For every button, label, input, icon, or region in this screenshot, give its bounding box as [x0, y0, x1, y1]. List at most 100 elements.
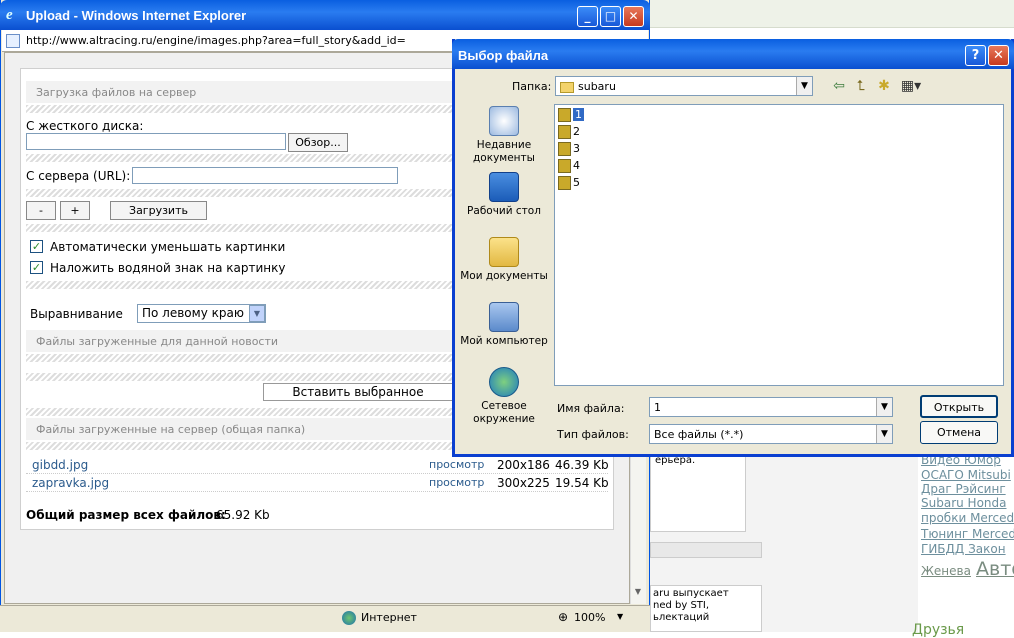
file-item[interactable]: 5 — [558, 176, 580, 192]
alignment-value: По левому краю — [142, 306, 244, 320]
watermark-checkbox[interactable]: ✓ — [30, 261, 43, 274]
place-label: Рабочий стол — [467, 205, 541, 217]
file-item[interactable]: 4 — [558, 159, 580, 175]
place-recent[interactable]: Недавние документы — [458, 106, 550, 165]
new-folder-icon[interactable]: ✱ — [875, 78, 893, 96]
ie-logo-icon: e — [6, 7, 13, 23]
help-icon[interactable]: ? — [965, 45, 986, 66]
plus-button[interactable]: + — [60, 201, 90, 220]
file-size: 46.39 Kb — [555, 458, 609, 472]
filename-dropdown-icon[interactable]: ▼ — [876, 398, 892, 416]
filetype-value: Все файлы (*.*) — [654, 428, 744, 441]
divider — [26, 281, 456, 289]
jpg-file-icon — [558, 108, 571, 122]
my-documents-icon — [489, 237, 519, 267]
zoom-dropdown-icon[interactable]: ▼ — [617, 612, 623, 621]
minus-button[interactable]: - — [26, 201, 56, 220]
server-url-input[interactable] — [132, 167, 398, 184]
file-item[interactable]: 2 — [558, 125, 580, 141]
filename-value: 1 — [654, 401, 661, 414]
place-my-computer[interactable]: Мой компьютер — [458, 302, 550, 348]
maximize-icon[interactable]: □ — [600, 6, 621, 27]
file-item[interactable]: 1 — [558, 108, 584, 124]
zoom-level[interactable]: 100% — [574, 611, 605, 624]
total-size-label: Общий размер всех файлов: — [26, 508, 226, 522]
tag-link[interactable]: Тюнинг Mercede — [921, 527, 1014, 541]
dialog-close-icon[interactable]: ✕ — [988, 45, 1009, 66]
row-divider — [26, 473, 608, 474]
watermark-label: Наложить водяной знак на картинку — [50, 261, 286, 275]
tag-link[interactable]: пробки Mercede — [921, 511, 1014, 525]
status-bar — [0, 605, 650, 632]
section-header-server-files: Файлы загруженные на сервер (общая папка… — [26, 418, 456, 440]
total-size-value: 65.92 Kb — [216, 508, 270, 522]
place-desktop[interactable]: Рабочий стол — [458, 172, 550, 218]
tag-link[interactable]: ОСАГО Mitsubi — [921, 468, 1011, 482]
filetype-select[interactable]: Все файлы (*.*) ▼ — [649, 424, 893, 444]
file-size: 19.54 Kb — [555, 476, 609, 490]
scroll-down-icon[interactable]: ▼ — [631, 587, 645, 601]
place-label: Мои документы — [460, 270, 548, 282]
place-label: Сетевое окружение — [473, 400, 535, 425]
file-name: 4 — [573, 159, 580, 172]
background-bar — [650, 542, 762, 558]
jpg-file-icon — [558, 142, 571, 156]
file-link[interactable]: gibdd.jpg — [32, 458, 88, 472]
tag-link[interactable]: ГИБДД Закон — [921, 542, 1006, 556]
cancel-button[interactable]: Отмена — [920, 421, 998, 444]
file-link[interactable]: zapravka.jpg — [32, 476, 109, 490]
up-folder-icon[interactable]: ⮤ — [852, 78, 870, 96]
file-name: 2 — [573, 125, 580, 138]
alignment-select[interactable]: По левому краю — [137, 304, 266, 323]
tag-link[interactable]: Драг Рэйсинг — [921, 482, 1006, 496]
file-dimensions: 300x225 — [497, 476, 550, 490]
my-computer-icon — [489, 302, 519, 332]
file-list[interactable] — [554, 104, 1004, 386]
divider — [26, 224, 456, 232]
open-button[interactable]: Открыть — [920, 395, 998, 418]
minimize-icon[interactable]: _ — [577, 6, 598, 27]
alignment-dropdown-icon[interactable]: ▼ — [249, 305, 265, 322]
alignment-label: Выравнивание — [30, 307, 123, 321]
jpg-file-icon — [558, 125, 571, 139]
upload-button[interactable]: Загрузить — [110, 201, 207, 220]
divider — [26, 373, 456, 381]
browse-button[interactable]: Обзор... — [288, 133, 348, 152]
file-name: 1 — [573, 108, 584, 121]
folder-select[interactable]: subaru ▼ — [555, 76, 813, 96]
divider — [26, 408, 456, 416]
ie-title-bar[interactable]: Upload - Windows Internet Explorer — [0, 0, 650, 30]
tag-link[interactable]: Авто — [976, 558, 1014, 580]
place-label: Мой компьютер — [460, 335, 548, 347]
divider — [26, 442, 456, 450]
view-link[interactable]: просмотр — [429, 458, 484, 471]
divider — [26, 105, 456, 113]
friends-heading: Друзья — [912, 622, 965, 638]
tag-link[interactable]: Женева — [921, 564, 971, 578]
insert-selected-button[interactable]: Вставить выбранное — [263, 383, 453, 401]
file-path-input[interactable] — [26, 133, 286, 150]
jpg-file-icon — [558, 159, 571, 173]
dialog-title-bar[interactable]: Выбор файла — [452, 39, 1014, 69]
folder-label: Папка: — [512, 80, 552, 93]
auto-resize-checkbox[interactable]: ✓ — [30, 240, 43, 253]
server-url-label: С сервера (URL): — [26, 169, 131, 183]
place-my-documents[interactable]: Мои документы — [458, 237, 550, 283]
place-network[interactable]: Сетевое окружение — [458, 367, 550, 426]
filename-label: Имя файла: — [557, 402, 625, 415]
view-link[interactable]: просмотр — [429, 476, 484, 489]
file-name: 3 — [573, 142, 580, 155]
view-menu-icon[interactable]: ▦▾ — [898, 78, 924, 96]
back-icon[interactable]: ⇦ — [830, 78, 848, 96]
file-name: 5 — [573, 176, 580, 189]
folder-dropdown-icon[interactable]: ▼ — [796, 77, 812, 95]
file-item[interactable]: 3 — [558, 142, 580, 158]
background-top-bar — [650, 0, 1014, 28]
file-dimensions: 200x186 — [497, 458, 550, 472]
tag-link[interactable]: Subaru Honda — [921, 496, 1007, 510]
filename-input[interactable]: 1 ▼ — [649, 397, 893, 417]
filetype-dropdown-icon[interactable]: ▼ — [876, 425, 892, 443]
close-icon[interactable]: ✕ — [623, 6, 644, 27]
desktop-icon — [489, 172, 519, 202]
address-text: http://www.altracing.ru/engine/images.ph… — [26, 34, 406, 47]
